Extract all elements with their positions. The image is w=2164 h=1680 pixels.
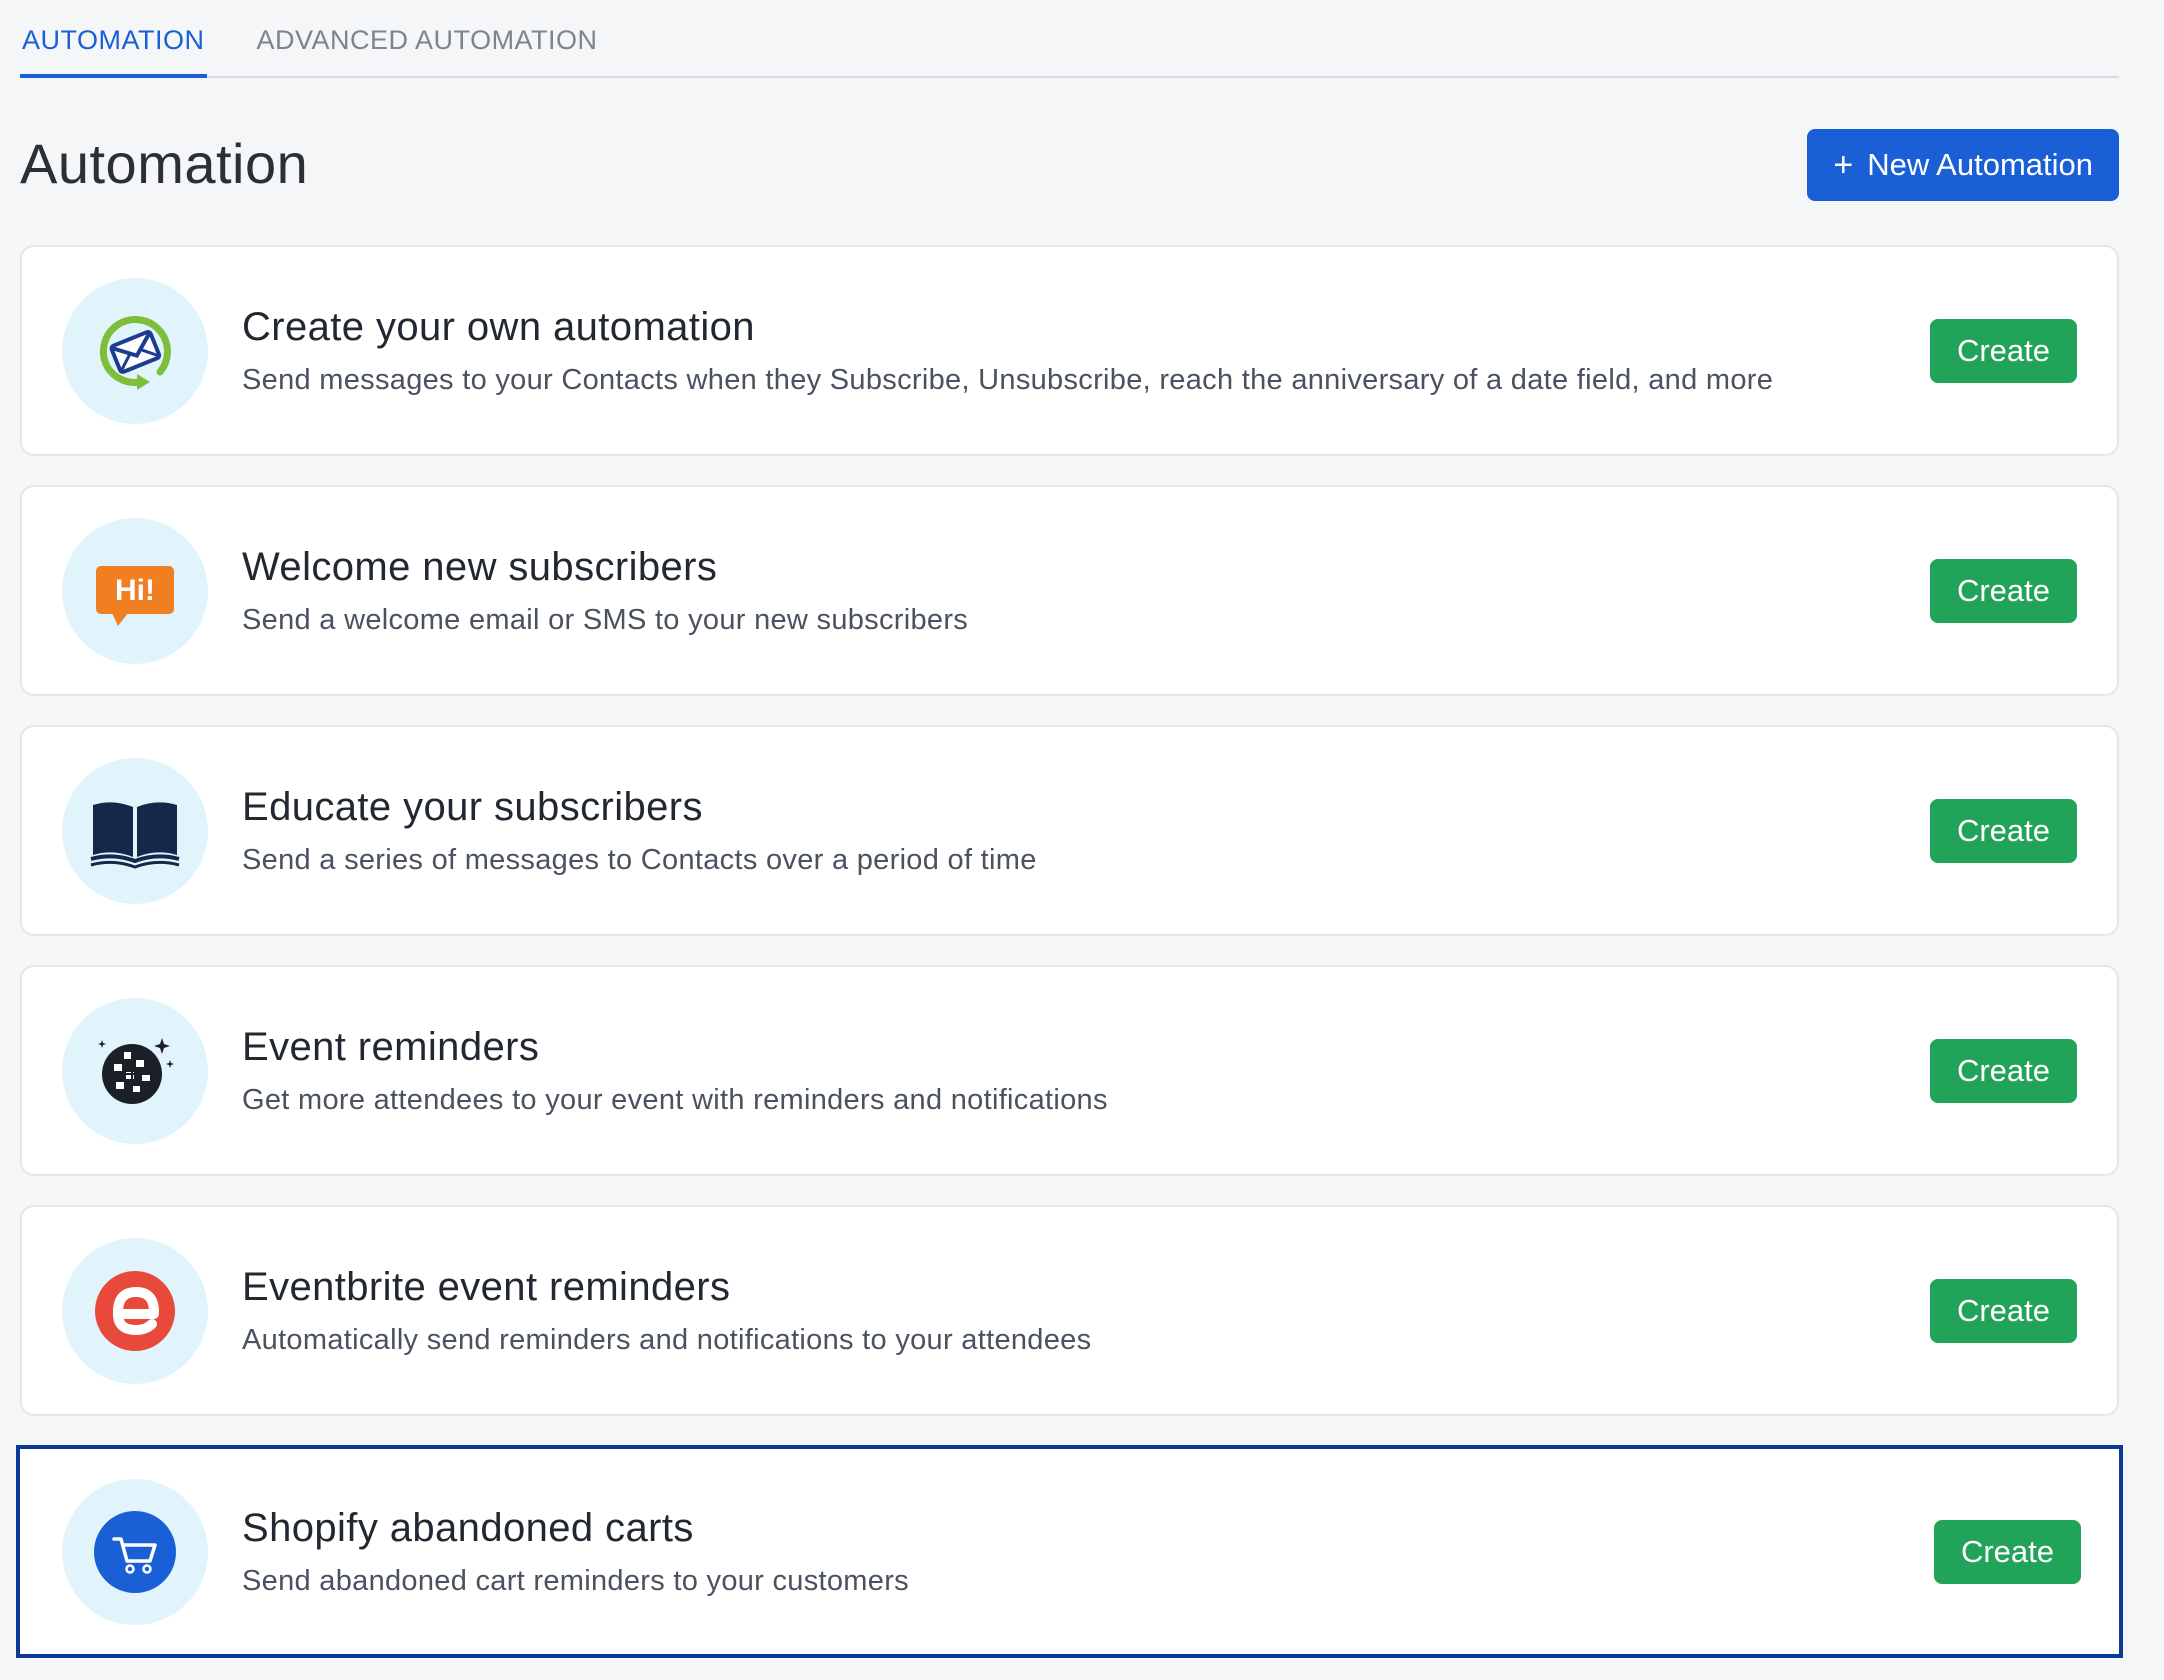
card-title: Welcome new subscribers <box>242 544 718 589</box>
card-title: Create your own automation <box>242 304 755 349</box>
automation-card-shopify: Shopify abandoned carts Send abandoned c… <box>16 1445 2123 1658</box>
envelope-cycle-icon <box>62 277 208 424</box>
automation-list: Create your own automation Send messages… <box>16 245 2123 1658</box>
card-title: Educate your subscribers <box>242 784 703 829</box>
automation-card-create-own: Create your own automation Send messages… <box>20 245 2119 456</box>
plus-icon: + <box>1833 145 1854 184</box>
automation-card-welcome: Hi! Welcome new subscribers Send a welco… <box>20 485 2119 696</box>
tab-automation[interactable]: AUTOMATION <box>20 25 207 78</box>
card-text: Welcome new subscribers Send a welcome e… <box>242 545 1930 637</box>
automation-card-educate: Educate your subscribers Send a series o… <box>20 725 2119 936</box>
tab-bar: AUTOMATION ADVANCED AUTOMATION <box>20 0 2119 78</box>
automation-card-event-reminders: Event reminders Get more attendees to yo… <box>20 965 2119 1176</box>
card-text: Shopify abandoned carts Send abandoned c… <box>242 1506 1934 1598</box>
automation-page: AUTOMATION ADVANCED AUTOMATION Automatio… <box>0 0 2164 1680</box>
card-title: Shopify abandoned carts <box>242 1505 694 1550</box>
automation-card-eventbrite: Eventbrite event reminders Automatically… <box>20 1205 2119 1416</box>
card-text: Create your own automation Send messages… <box>242 305 1930 397</box>
open-book-icon <box>62 757 208 904</box>
card-description: Get more attendees to your event with re… <box>242 1083 1108 1116</box>
page-header: Automation + New Automation <box>20 78 2119 245</box>
card-title: Eventbrite event reminders <box>242 1264 731 1309</box>
create-button[interactable]: Create <box>1930 1038 2077 1103</box>
create-button[interactable]: Create <box>1934 1519 2081 1584</box>
create-button[interactable]: Create <box>1930 318 2077 383</box>
tab-advanced-automation[interactable]: ADVANCED AUTOMATION <box>255 25 600 76</box>
card-description: Send messages to your Contacts when they… <box>242 363 1774 396</box>
create-button[interactable]: Create <box>1930 558 2077 623</box>
card-text: Eventbrite event reminders Automatically… <box>242 1265 1930 1357</box>
card-title: Event reminders <box>242 1024 540 1069</box>
card-description: Send a welcome email or SMS to your new … <box>242 603 969 636</box>
new-automation-label: New Automation <box>1867 146 2093 182</box>
card-text: Event reminders Get more attendees to yo… <box>242 1025 1930 1117</box>
card-text: Educate your subscribers Send a series o… <box>242 785 1930 877</box>
disco-ball-icon <box>62 997 208 1144</box>
eventbrite-logo-icon <box>62 1237 208 1384</box>
shopping-cart-icon <box>62 1478 208 1625</box>
hi-text: Hi! <box>115 574 155 607</box>
page-title: Automation <box>20 132 309 195</box>
create-button[interactable]: Create <box>1930 1278 2077 1343</box>
hi-speech-bubble-icon: Hi! <box>62 517 208 664</box>
card-description: Send a series of messages to Contacts ov… <box>242 843 1037 876</box>
card-description: Automatically send reminders and notific… <box>242 1323 1092 1356</box>
create-button[interactable]: Create <box>1930 798 2077 863</box>
card-description: Send abandoned cart reminders to your cu… <box>242 1564 909 1597</box>
new-automation-button[interactable]: + New Automation <box>1807 128 2119 201</box>
